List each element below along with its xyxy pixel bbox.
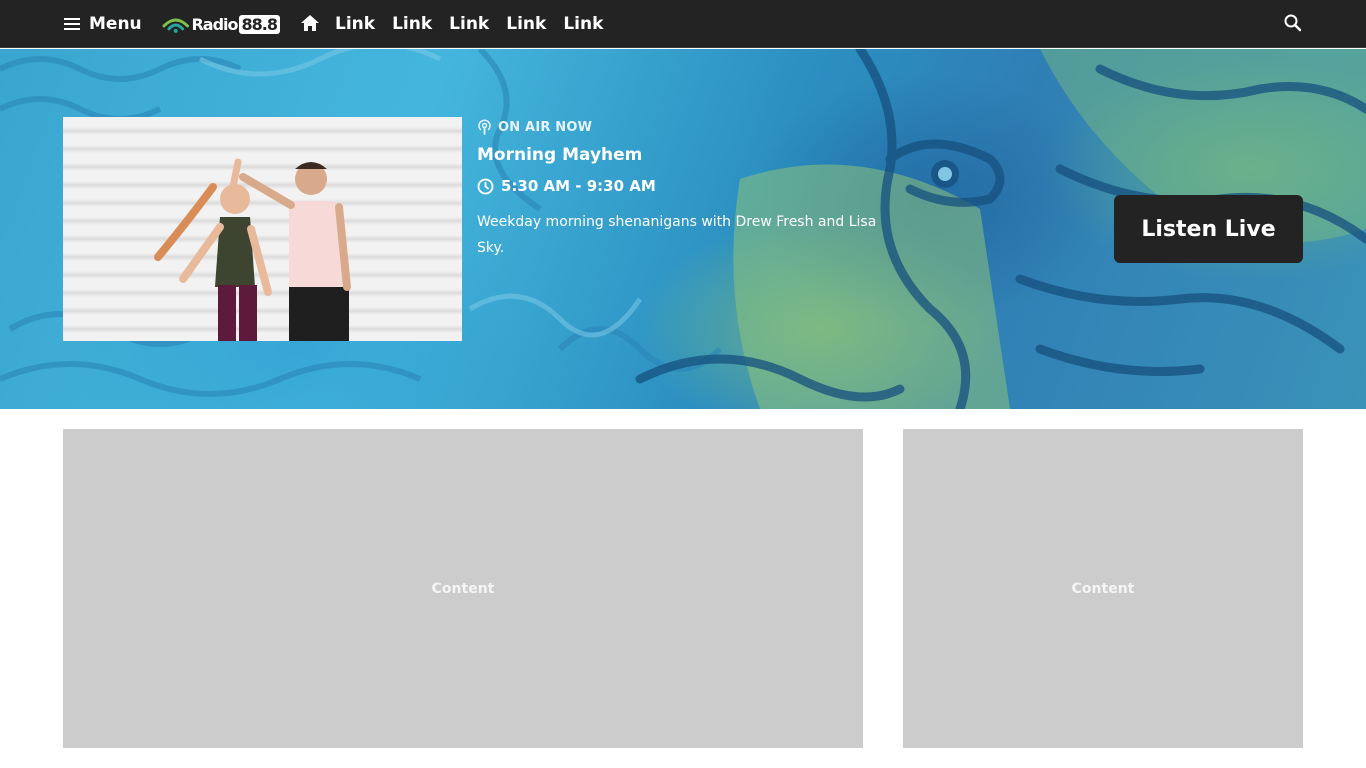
show-description: Weekday morning shenanigans with Drew Fr… [477,214,877,256]
listen-live-button[interactable]: Listen Live [1114,195,1303,263]
show-time: 5:30 AM - 9:30 AM [477,177,656,195]
on-air-label: ON AIR NOW [498,119,593,135]
main-content-placeholder: Content [63,429,863,748]
show-hosts-photo [63,117,462,341]
main-content-label: Content [431,580,495,597]
nav-link-2[interactable]: Link [392,14,432,34]
menu-button[interactable]: Menu [64,0,142,48]
search-icon[interactable] [1283,13,1303,33]
nav-link-4[interactable]: Link [506,14,546,34]
nav-link-5[interactable]: Link [563,14,603,34]
side-content-label: Content [1071,580,1135,597]
show-title[interactable]: Morning Mayhem [477,145,642,165]
hosts-illustration [154,158,351,341]
nav-links: Link Link Link Link Link [335,0,603,48]
menu-label: Menu [89,14,142,34]
on-air-indicator: ON AIR NOW [477,119,592,135]
home-icon[interactable] [299,12,321,34]
logo-name: Radio [191,14,238,34]
clock-icon [477,178,494,194]
nav-link-3[interactable]: Link [449,14,489,34]
top-navigation: Menu Radio 88.8 Link Link Link Link Link [0,0,1366,48]
side-content-placeholder: Content [903,429,1303,748]
radio-logo[interactable]: Radio 88.8 [162,10,280,38]
on-air-hero: ON AIR NOW Morning Mayhem 5:30 AM - 9:30… [0,49,1366,409]
logo-frequency: 88.8 [238,14,280,34]
podcast-icon [478,119,491,135]
menu-icon [64,18,80,30]
nav-link-1[interactable]: Link [335,14,375,34]
signal-logo-icon [162,18,189,33]
show-time-label: 5:30 AM - 9:30 AM [501,177,656,195]
